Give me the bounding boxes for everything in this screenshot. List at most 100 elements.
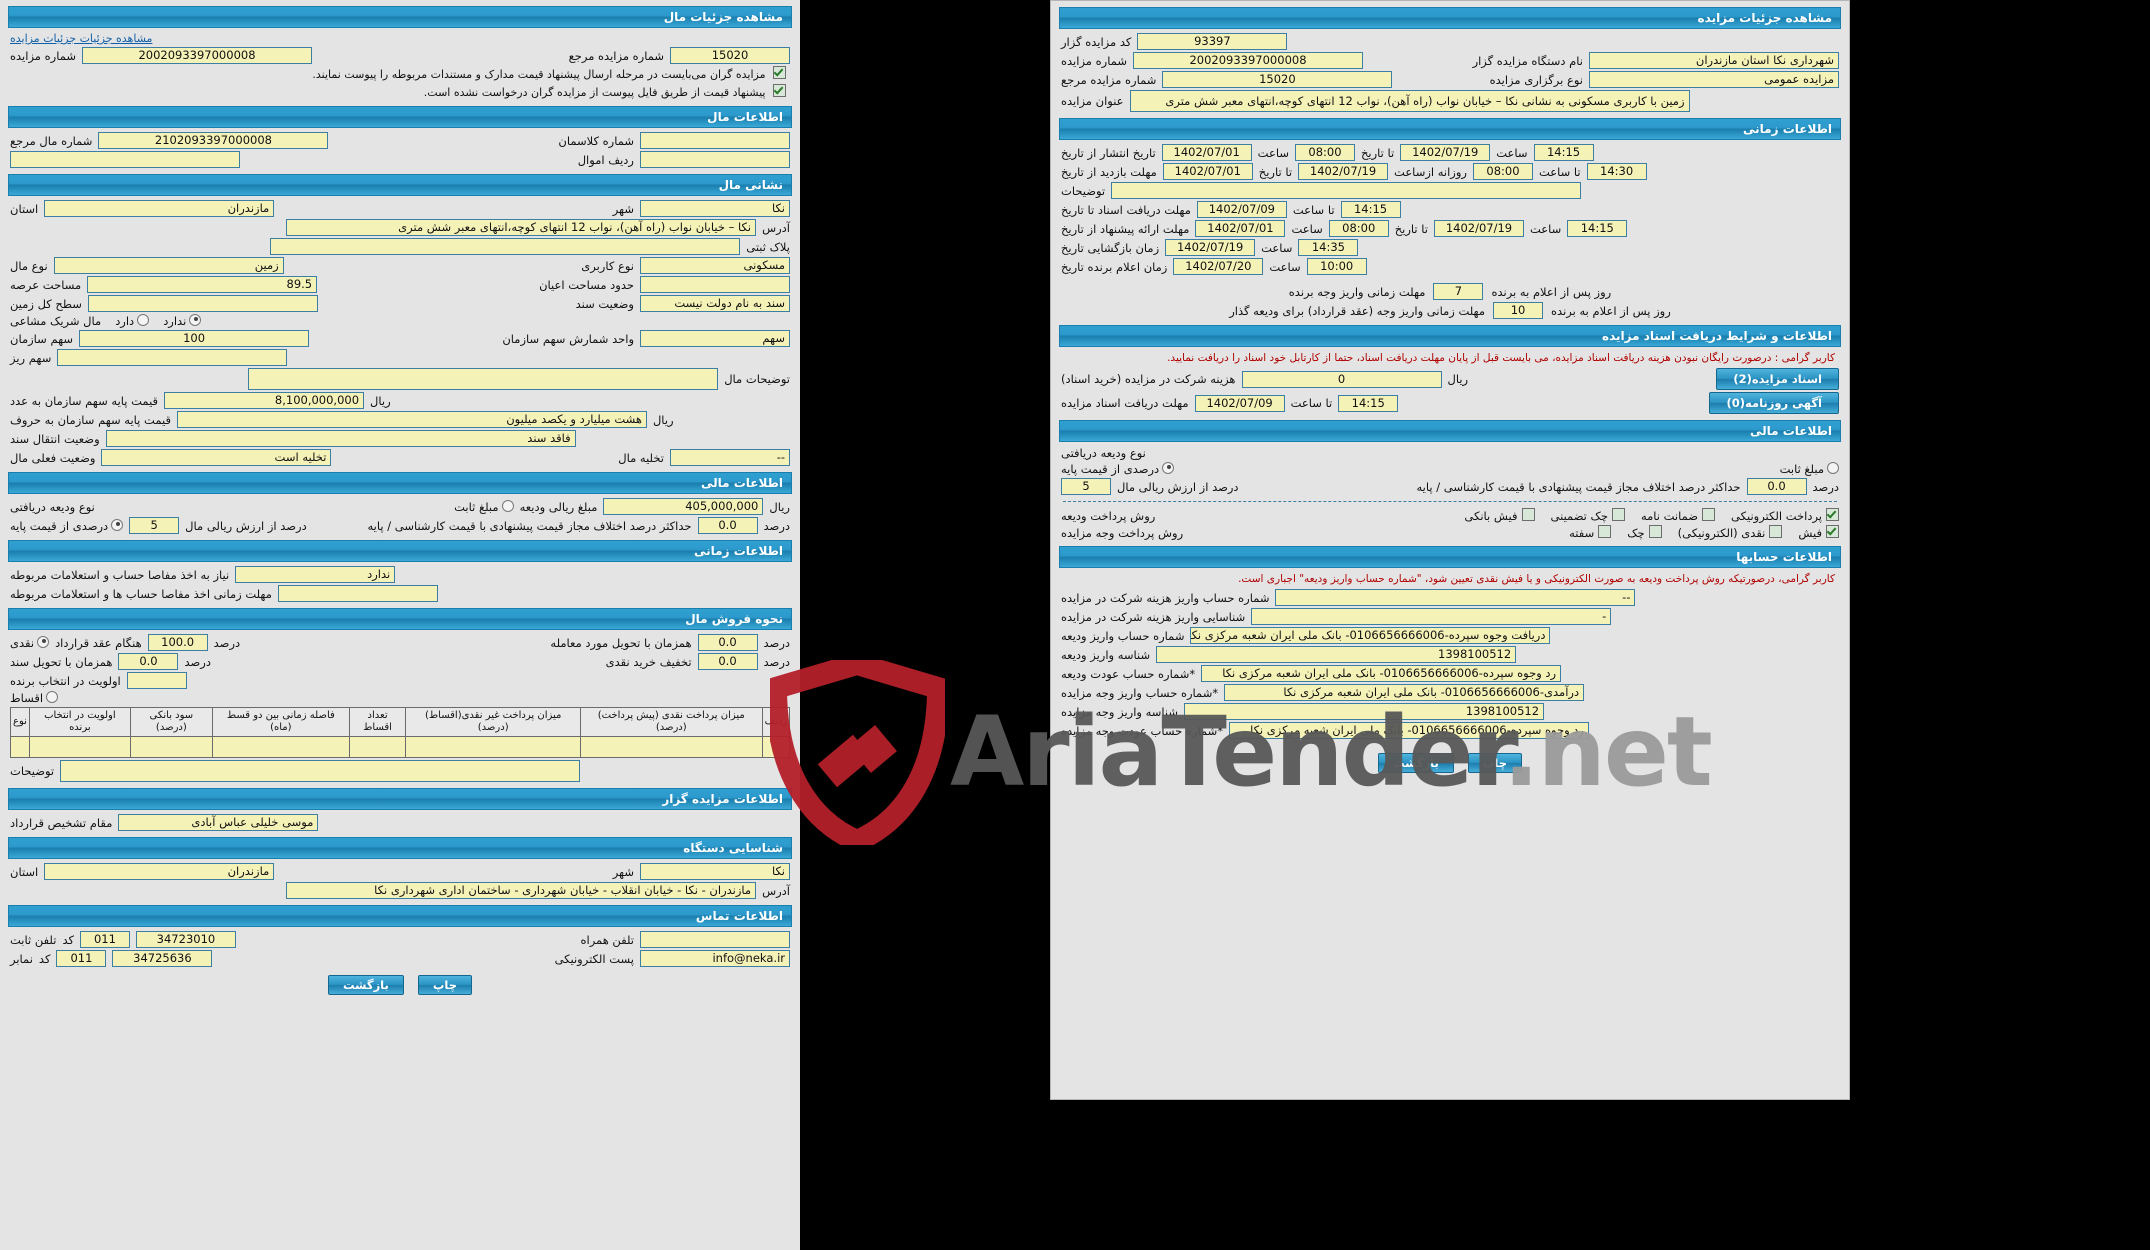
cash-discount-value[interactable]: 0.0	[697, 653, 758, 670]
assets-row-value[interactable]	[640, 151, 790, 168]
checkbox-icon[interactable]	[1598, 525, 1612, 538]
tel-value[interactable]: 34723010	[135, 931, 236, 948]
checkbox-icon[interactable]	[1826, 508, 1839, 521]
doc-deadline-date-value[interactable]: 1402/07/09	[1196, 201, 1287, 218]
account-value[interactable]: -	[1251, 608, 1612, 625]
checkbox-icon[interactable]	[1648, 525, 1662, 538]
view-auction-details-link[interactable]: مشاهده جزئیات جزئیات مزایده	[10, 32, 152, 45]
payment-method-option-0[interactable]: فیش	[1798, 525, 1839, 540]
percent-value[interactable]: 5	[129, 517, 180, 534]
radio-icon[interactable]	[46, 691, 59, 703]
newspaper-ads-button[interactable]: آگهی روزنامه(0)	[1709, 392, 1839, 414]
account-value[interactable]: درآمدی-0106656666006- بانک ملی ایران شعب…	[1224, 684, 1585, 701]
account-value[interactable]: رد وجوه سپرده-0106656666006- بانک ملی ای…	[1228, 722, 1589, 739]
deposit-method-option-3[interactable]: فیش بانکی	[1464, 508, 1535, 523]
account-value[interactable]: رد وجوه سپرده-0106656666006- بانک ملی ای…	[1201, 665, 1562, 682]
doc-get-time-value[interactable]: 14:15	[1338, 394, 1399, 412]
offer-to-date-value[interactable]: 1402/07/19	[1434, 220, 1524, 237]
fax-value[interactable]: 34725636	[112, 950, 213, 967]
fixed-amount-option[interactable]: مبلغ ثابت	[454, 499, 514, 514]
usage-type-value[interactable]: مسکونی	[640, 257, 790, 274]
org-province-value[interactable]: مازندران	[44, 863, 275, 880]
at-contract-value[interactable]: 100.0	[147, 634, 208, 651]
percent-of-base-option[interactable]: درصدی از قیمت پایه	[10, 518, 124, 533]
checkbox-icon[interactable]	[1826, 525, 1839, 538]
account-value[interactable]: دریافت وجوه سپرده-0106656666006- بانک مل…	[1190, 627, 1551, 644]
current-status-value[interactable]: تخلیه است	[101, 449, 332, 466]
visit-to-time-value[interactable]: 14:30	[1586, 163, 1647, 180]
publish-from-date-value[interactable]: 1402/07/01	[1161, 144, 1252, 161]
visit-to-date-value[interactable]: 1402/07/19	[1298, 163, 1389, 180]
offer-from-date-value[interactable]: 1402/07/01	[1195, 220, 1286, 237]
asset-type-value[interactable]: زمین	[53, 257, 284, 274]
radio-icon[interactable]	[189, 314, 202, 326]
installment-option[interactable]: اقساط	[10, 691, 59, 705]
payment-method-option-1[interactable]: نقدی (الکترونیکی)	[1678, 525, 1783, 540]
publish-to-date-value[interactable]: 1402/07/19	[1400, 144, 1491, 161]
postal-value[interactable]	[270, 238, 741, 255]
deposit-days-value[interactable]: 7	[1433, 283, 1484, 300]
offer-from-time-value[interactable]: 08:00	[1328, 220, 1389, 237]
open-date-value[interactable]: 1402/07/19	[1165, 239, 1256, 256]
doc-deadline-time-value[interactable]: 14:15	[1340, 201, 1401, 218]
right-fixed-amount-option[interactable]: مبلغ ثابت	[1780, 462, 1839, 476]
building-area-value[interactable]	[640, 276, 790, 293]
base-price-words-value[interactable]: هشت میلیارد و یکصد میلیون	[176, 411, 647, 428]
radio-icon[interactable]	[1827, 462, 1839, 474]
assets-extra-value[interactable]	[10, 151, 240, 168]
province-value[interactable]: مازندران	[44, 200, 275, 217]
fee-value[interactable]: 0	[1241, 370, 1442, 388]
auctioneer-code-value[interactable]: 93397	[1137, 33, 1288, 50]
right-percent-of-base-option[interactable]: درصدی از قیمت پایه	[1061, 462, 1175, 476]
winner-date-value[interactable]: 1402/07/20	[1173, 258, 1264, 275]
doc-get-date-value[interactable]: 1402/07/09	[1194, 394, 1285, 412]
partnership-option-not[interactable]: ندارد	[163, 314, 202, 328]
org-share-value[interactable]: 100	[79, 330, 310, 347]
classman-value[interactable]	[640, 132, 790, 149]
org-city-value[interactable]: نکا	[640, 863, 790, 880]
auctioneer-name-value[interactable]: شهرداری نکا استان مازندران	[1589, 52, 1839, 69]
doc-status-value[interactable]: سند به نام دولت نیست	[640, 295, 790, 312]
need-clearance-value[interactable]: ندارد	[235, 566, 396, 583]
auction-title-value[interactable]: زمین با کاربری مسکونی به نشانی نکا – خیا…	[1129, 90, 1690, 112]
account-value[interactable]: 1398100512	[1184, 703, 1545, 720]
checkbox-icon[interactable]	[1521, 508, 1535, 521]
priority-value[interactable]	[126, 672, 187, 689]
vacate-value[interactable]: --	[670, 449, 790, 466]
with-doc-value[interactable]: 0.0	[118, 653, 179, 670]
radio-icon[interactable]	[111, 518, 124, 531]
publish-from-time-value[interactable]: 08:00	[1294, 144, 1355, 161]
transfer-status-value[interactable]: فاقد سند	[105, 430, 576, 447]
deposit-rial-value[interactable]: 405,000,000	[603, 498, 764, 515]
winner-time-value[interactable]: 10:00	[1306, 258, 1367, 275]
right-print-button[interactable]: چاپ	[1467, 753, 1522, 773]
right-desc-value[interactable]	[1111, 182, 1582, 199]
auction-number-value[interactable]: 2002093397000008	[82, 47, 312, 64]
area-value[interactable]: 89.5	[87, 276, 318, 293]
back-button[interactable]: بازگشت	[328, 975, 404, 995]
checkbox-icon[interactable]	[1611, 508, 1625, 521]
auction-type-value[interactable]: مزایده عمومی	[1589, 71, 1839, 88]
description-value[interactable]	[248, 368, 719, 390]
property-number-value[interactable]: 2102093397000008	[98, 132, 329, 149]
radio-icon[interactable]	[1162, 462, 1175, 474]
radio-icon[interactable]	[501, 499, 514, 512]
publish-to-time-value[interactable]: 14:15	[1533, 144, 1594, 161]
sale-description-value[interactable]	[60, 760, 581, 782]
deposit-method-option-1[interactable]: ضمانت نامه	[1641, 508, 1716, 523]
guarantee-days-value[interactable]: 10	[1493, 302, 1544, 319]
account-value[interactable]: --	[1275, 589, 1636, 606]
deposit-method-option-0[interactable]: پرداخت الکترونیکی	[1731, 508, 1839, 523]
org-address-value[interactable]: مازندران - نکا - خیابان انقلاب - خیابان …	[286, 882, 757, 899]
account-value[interactable]: 1398100512	[1156, 646, 1517, 663]
right-percent-value[interactable]: 5	[1061, 478, 1111, 495]
email-value[interactable]: info@neka.ir	[640, 950, 790, 967]
micro-share-value[interactable]	[57, 349, 288, 366]
right-ref-number-value[interactable]: 15020	[1162, 71, 1393, 88]
ref-number-value[interactable]: 15020	[670, 47, 790, 64]
base-price-value[interactable]: 8,100,000,000	[164, 392, 365, 409]
payment-method-option-3[interactable]: سفته	[1569, 525, 1612, 540]
right-auction-number-value[interactable]: 2002093397000008	[1133, 52, 1363, 69]
visit-from-time-value[interactable]: 08:00	[1472, 163, 1533, 180]
land-total-value[interactable]	[87, 295, 318, 312]
